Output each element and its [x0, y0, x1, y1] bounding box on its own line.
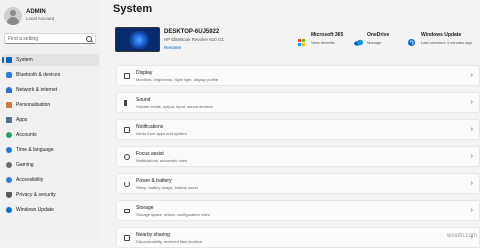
device-model: HP EliteBook Revolve 810 G1: [164, 37, 224, 42]
row-title: Sound: [136, 97, 151, 103]
sidebar-item-label: Network & internet: [16, 87, 58, 93]
settings-row-focus-assist[interactable]: Focus assist Notifications, automatic ru…: [116, 146, 480, 167]
row-title: Power & battery: [136, 178, 172, 184]
quick-link-title: Windows Update: [421, 32, 462, 38]
sidebar-item-windows-update[interactable]: Windows Update: [2, 204, 99, 216]
search-placeholder: Find a setting: [8, 36, 39, 42]
sidebar: ADMIN Local Account Find a setting Syste…: [0, 0, 101, 240]
settings-row-nearby-sharing[interactable]: Nearby sharing Discoverability, received…: [116, 227, 480, 248]
quick-link-title: OneDrive: [367, 32, 390, 38]
sidebar-item-time-language[interactable]: Time & language: [2, 144, 99, 156]
microsoft-365-icon: [298, 33, 305, 46]
sidebar-item-label: Privacy & security: [16, 192, 56, 198]
power-icon: [124, 181, 130, 187]
storage-icon: [124, 209, 130, 213]
gamepad-icon: [6, 162, 12, 168]
row-subtitle: Monitors, brightness, night light, displ…: [136, 77, 219, 82]
rename-link[interactable]: Rename: [164, 45, 181, 50]
nearby-sharing-icon: [124, 235, 130, 241]
sidebar-item-gaming[interactable]: Gaming: [2, 159, 99, 171]
row-title: Notifications: [136, 124, 164, 130]
row-subtitle: Sleep, battery usage, battery saver: [136, 185, 199, 190]
display-icon: [124, 73, 130, 79]
sidebar-item-accounts[interactable]: Accounts: [2, 129, 99, 141]
sidebar-item-privacy[interactable]: Privacy & security: [2, 189, 99, 201]
windows-update-icon: [408, 33, 415, 46]
chevron-right-icon: ›: [470, 72, 473, 79]
sidebar-item-system[interactable]: System: [2, 54, 99, 66]
onedrive-icon: [354, 33, 363, 46]
row-subtitle: Storage space, drives, configuration rul…: [136, 212, 210, 217]
sidebar-item-label: Accessibility: [16, 177, 44, 183]
sidebar-item-accessibility[interactable]: Accessibility: [2, 174, 99, 186]
sidebar-item-network[interactable]: Network & internet: [2, 84, 99, 96]
focus-assist-icon: [124, 154, 130, 160]
quick-link-title: Microsoft 365: [311, 32, 344, 38]
settings-row-notifications[interactable]: Notifications Alerts from apps and syste…: [116, 119, 480, 140]
quick-link-subtitle: Last checked: 4 minutes ago: [421, 40, 472, 45]
accessibility-icon: [6, 177, 12, 183]
chevron-right-icon: ›: [470, 180, 473, 187]
sidebar-item-label: Windows Update: [16, 207, 54, 213]
device-thumbnail: [115, 27, 160, 52]
quick-link-subtitle: Manage: [367, 40, 382, 45]
sidebar-item-label: Personalisation: [16, 102, 51, 108]
user-avatar[interactable]: [4, 7, 22, 25]
row-subtitle: Alerts from apps and system: [136, 131, 187, 136]
search-input[interactable]: Find a setting: [4, 33, 96, 44]
sound-icon: [124, 100, 130, 106]
settings-row-display[interactable]: Display Monitors, brightness, night ligh…: [116, 65, 480, 86]
user-name: ADMIN: [26, 9, 46, 15]
sidebar-item-apps[interactable]: Apps: [2, 114, 99, 126]
row-title: Display: [136, 70, 153, 76]
row-title: Focus assist: [136, 151, 164, 157]
globe-icon: [6, 147, 12, 153]
user-account-type: Local Account: [26, 16, 55, 21]
row-title: Nearby sharing: [136, 232, 170, 238]
search-icon[interactable]: [86, 36, 92, 42]
sidebar-item-label: Bluetooth & devices: [16, 72, 61, 78]
accounts-icon: [6, 132, 12, 138]
quick-link-subtitle: View benefits: [311, 40, 335, 45]
watermark: wsxdn.com: [446, 233, 477, 239]
apps-icon: [6, 117, 12, 123]
row-subtitle: Notifications, automatic rules: [136, 158, 188, 163]
chevron-right-icon: ›: [470, 207, 473, 214]
sidebar-item-label: System: [16, 57, 33, 63]
sidebar-item-label: Time & language: [16, 147, 54, 153]
sidebar-item-bluetooth[interactable]: Bluetooth & devices: [2, 69, 99, 81]
row-title: Storage: [136, 205, 154, 211]
sidebar-item-personalisation[interactable]: Personalisation: [2, 99, 99, 111]
page-title: System: [113, 3, 153, 15]
network-icon: [6, 87, 12, 93]
chevron-right-icon: ›: [470, 153, 473, 160]
settings-row-power[interactable]: Power & battery Sleep, battery usage, ba…: [116, 173, 480, 194]
notifications-icon: [124, 127, 130, 133]
sidebar-item-label: Apps: [16, 117, 28, 123]
chevron-right-icon: ›: [470, 126, 473, 133]
system-icon: [6, 57, 12, 63]
active-indicator: [2, 57, 4, 63]
update-icon: [6, 207, 12, 213]
shield-icon: [6, 192, 12, 198]
brush-icon: [6, 102, 12, 108]
settings-row-sound[interactable]: Sound Volume levels, output, input, soun…: [116, 92, 480, 113]
bluetooth-icon: [6, 72, 12, 78]
sidebar-item-label: Accounts: [16, 132, 37, 138]
row-subtitle: Volume levels, output, input, sound devi…: [136, 104, 213, 109]
settings-row-storage[interactable]: Storage Storage space, drives, configura…: [116, 200, 480, 221]
sidebar-item-label: Gaming: [16, 162, 34, 168]
chevron-right-icon: ›: [470, 99, 473, 106]
device-name: DESKTOP-6UJ5922: [164, 29, 220, 35]
